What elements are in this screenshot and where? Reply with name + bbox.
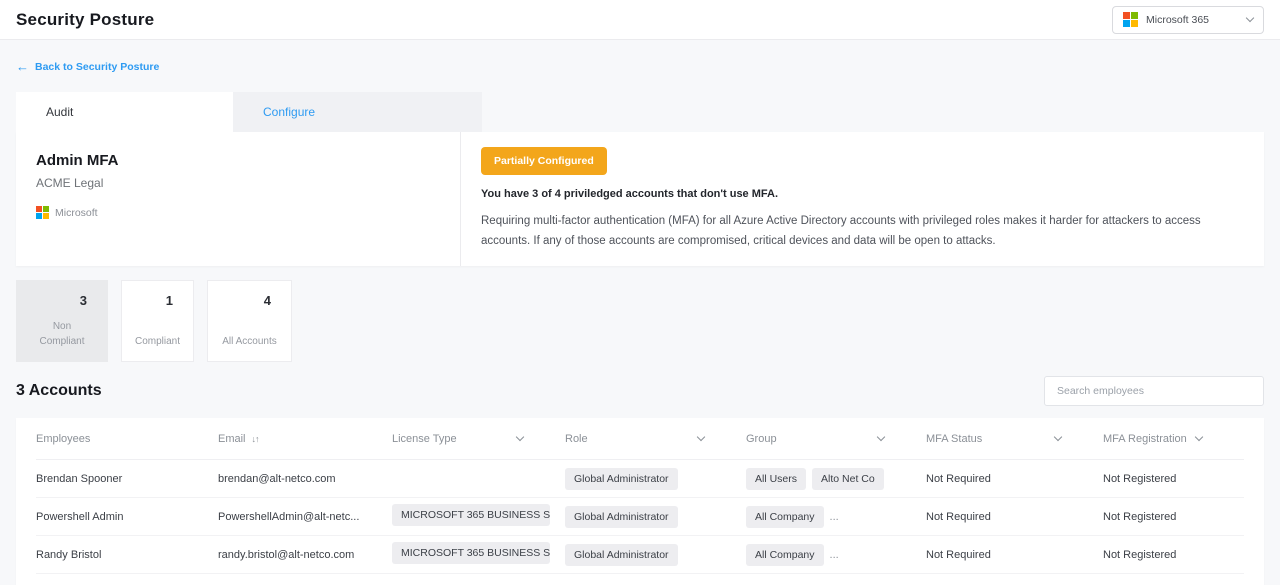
- role-cell: Global Administrator: [565, 506, 746, 528]
- col-group: Group: [746, 433, 926, 445]
- mfa-status: Not Required: [926, 473, 1103, 485]
- employee-email: brendan@alt-netco.com: [218, 473, 392, 485]
- group-overflow: ...: [830, 511, 839, 523]
- stat-value: 4: [208, 293, 291, 308]
- group-cell: All Users Alto Net Co: [746, 468, 926, 490]
- license-cell: MICROSOFT 365 BUSINESS STANDARD: [392, 542, 565, 567]
- accounts-table: Employees Email ↓↑ License Type Role Gro…: [16, 418, 1264, 585]
- stat-card-all-accounts[interactable]: 4 All Accounts: [207, 280, 292, 362]
- stat-card-non-compliant[interactable]: 3 Non Compliant: [16, 280, 108, 362]
- top-bar: Security Posture Microsoft 365: [0, 0, 1280, 40]
- stat-value: 3: [17, 293, 107, 308]
- status-badge: Partially Configured: [481, 147, 607, 175]
- mfa-status: Not Required: [926, 549, 1103, 561]
- employee-email: PowershellAdmin@alt-netc...: [218, 511, 392, 523]
- employee-name: Randy Bristol: [36, 549, 218, 561]
- group-overflow: ...: [830, 549, 839, 561]
- role-pill: Global Administrator: [565, 506, 678, 528]
- mfa-status: Not Required: [926, 511, 1103, 523]
- table-row[interactable]: Powershell Admin PowershellAdmin@alt-net…: [36, 498, 1244, 536]
- employee-name: Powershell Admin: [36, 511, 218, 523]
- tab-bar: Audit Configure: [16, 92, 1264, 132]
- stat-label: Non Compliant: [30, 319, 94, 349]
- col-email: Email ↓↑: [218, 433, 392, 445]
- back-arrow-icon: ←: [16, 60, 29, 73]
- group-cell: All Company ...: [746, 544, 926, 566]
- audit-detail-card: Admin MFA ACME Legal Microsoft Partially…: [16, 132, 1264, 266]
- col-role: Role: [565, 433, 746, 445]
- chevron-down-icon[interactable]: [516, 433, 524, 441]
- stat-card-compliant[interactable]: 1 Compliant: [121, 280, 194, 362]
- role-cell: Global Administrator: [565, 468, 746, 490]
- col-mfa-status: MFA Status: [926, 433, 1103, 445]
- table-row[interactable]: Brendan Spooner brendan@alt-netco.com Gl…: [36, 460, 1244, 498]
- col-mfa-registration: MFA Registration: [1103, 433, 1244, 445]
- back-link[interactable]: ← Back to Security Posture: [16, 60, 159, 73]
- vendor-label: Microsoft: [55, 207, 98, 219]
- search-box: [1044, 376, 1264, 406]
- audit-description: Requiring multi-factor authentication (M…: [481, 212, 1244, 251]
- company-name: ACME Legal: [36, 176, 440, 190]
- mfa-registration: Not Registered: [1103, 473, 1244, 485]
- employee-email: randy.bristol@alt-netco.com: [218, 549, 392, 561]
- stat-label: All Accounts: [208, 334, 291, 349]
- main-content: ← Back to Security Posture Audit Configu…: [0, 40, 1280, 585]
- group-cell: All Company ...: [746, 506, 926, 528]
- col-label: Role: [565, 433, 588, 445]
- stat-cards: 3 Non Compliant 1 Compliant 4 All Accoun…: [16, 280, 1264, 362]
- license-pill: MICROSOFT 365 BUSINESS STANDARD: [392, 542, 550, 564]
- stat-label: Compliant: [122, 334, 193, 349]
- group-pill: Alto Net Co: [812, 468, 884, 490]
- accounts-title: 3 Accounts: [16, 382, 102, 400]
- chevron-down-icon[interactable]: [1054, 433, 1062, 441]
- audit-summary: You have 3 of 4 priviledged accounts tha…: [481, 188, 1244, 200]
- audit-card-info: Admin MFA ACME Legal Microsoft: [16, 132, 461, 266]
- group-pill: All Company: [746, 544, 824, 566]
- tab-configure[interactable]: Configure: [233, 92, 482, 132]
- chevron-down-icon[interactable]: [1195, 433, 1203, 441]
- stat-value: 1: [122, 293, 193, 308]
- role-cell: Global Administrator: [565, 544, 746, 566]
- page-title: Security Posture: [16, 10, 154, 30]
- col-label: MFA Registration: [1103, 433, 1187, 445]
- accounts-header: 3 Accounts: [16, 376, 1264, 406]
- tab-audit[interactable]: Audit: [16, 92, 233, 132]
- col-label: Employees: [36, 433, 90, 445]
- vendor-row: Microsoft: [36, 206, 440, 219]
- group-pill: All Users: [746, 468, 806, 490]
- col-label: MFA Status: [926, 433, 982, 445]
- table-row[interactable]: Randy Bristol randy.bristol@alt-netco.co…: [36, 536, 1244, 574]
- audit-card-status: Partially Configured You have 3 of 4 pri…: [461, 132, 1264, 266]
- mfa-registration: Not Registered: [1103, 549, 1244, 561]
- col-label: Email: [218, 433, 246, 445]
- audit-title: Admin MFA: [36, 152, 440, 169]
- tenant-selector[interactable]: Microsoft 365: [1112, 6, 1264, 34]
- microsoft-logo-icon: [36, 206, 49, 219]
- role-pill: Global Administrator: [565, 468, 678, 490]
- col-label: Group: [746, 433, 777, 445]
- chevron-down-icon: [1246, 14, 1254, 22]
- group-pill: All Company: [746, 506, 824, 528]
- license-pill: MICROSOFT 365 BUSINESS STANDARD: [392, 504, 550, 526]
- back-link-label: Back to Security Posture: [35, 61, 159, 73]
- microsoft-logo-icon: [1123, 12, 1138, 27]
- mfa-registration: Not Registered: [1103, 511, 1244, 523]
- employee-name: Brendan Spooner: [36, 473, 218, 485]
- col-employees: Employees: [36, 433, 218, 445]
- col-label: License Type: [392, 433, 457, 445]
- sort-icons[interactable]: ↓↑: [252, 434, 259, 444]
- col-license-type: License Type: [392, 433, 565, 445]
- role-pill: Global Administrator: [565, 544, 678, 566]
- search-input[interactable]: [1044, 376, 1264, 406]
- tenant-label: Microsoft 365: [1146, 14, 1209, 26]
- license-cell: MICROSOFT 365 BUSINESS STANDARD: [392, 504, 565, 529]
- table-header-row: Employees Email ↓↑ License Type Role Gro…: [36, 418, 1244, 460]
- chevron-down-icon[interactable]: [697, 433, 705, 441]
- chevron-down-icon[interactable]: [877, 433, 885, 441]
